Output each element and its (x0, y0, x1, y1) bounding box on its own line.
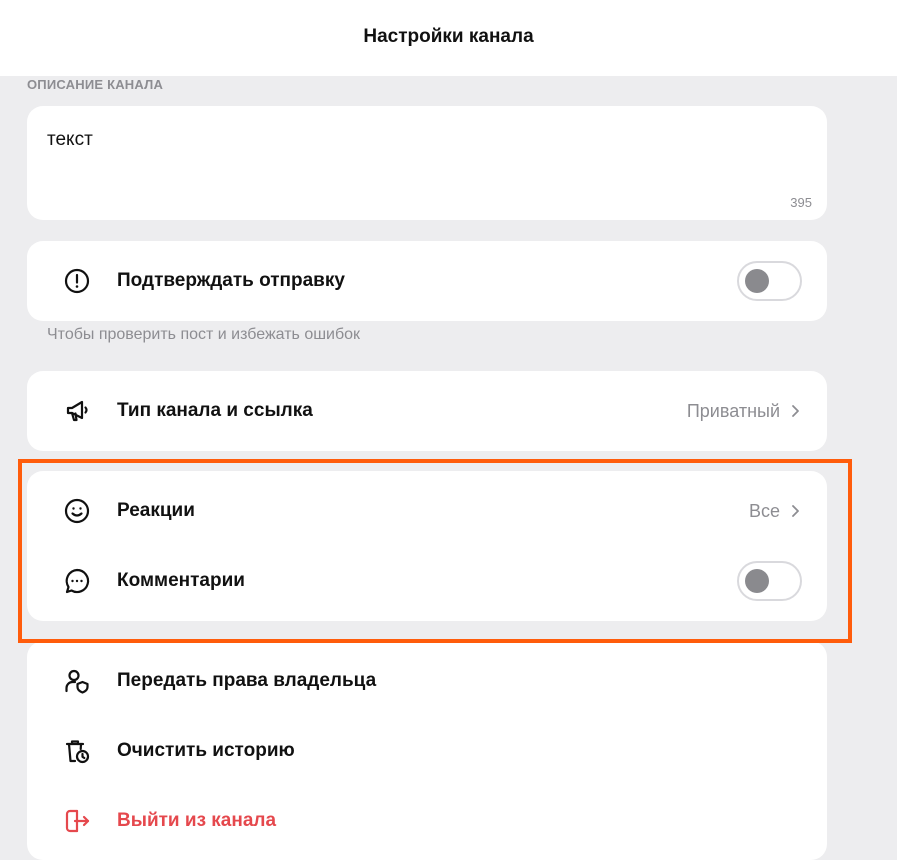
confirm-toggle[interactable] (737, 261, 802, 301)
alert-circle-icon (63, 267, 91, 295)
reactions-label: Реакции (117, 500, 195, 521)
leave-channel-label: Выйти из канала (117, 810, 277, 831)
transfer-owner-row[interactable]: Передать права владельца (27, 646, 827, 716)
description-section-label: ОПИСАНИЕ КАНАЛА (27, 77, 164, 92)
reactions-value: Все (748, 500, 780, 521)
confirm-card: Подтверждать отправку (27, 241, 827, 321)
toggle-knob (745, 569, 769, 593)
transfer-owner-label: Передать права владельца (117, 670, 377, 691)
reactions-comments-card: Реакции Все Комментарии (27, 471, 827, 621)
chevron-right-icon (789, 404, 801, 418)
reactions-row[interactable]: Реакции Все (27, 476, 827, 546)
exit-door-icon (63, 807, 91, 835)
channel-type-card: Тип канала и ссылка Приватный (27, 371, 827, 451)
description-char-counter: 395 (790, 195, 812, 210)
clear-history-row[interactable]: Очистить историю (27, 716, 827, 786)
comment-bubble-icon (63, 567, 91, 595)
toggle-knob (745, 269, 769, 293)
comments-row[interactable]: Комментарии (27, 546, 827, 616)
clear-history-label: Очистить историю (117, 740, 295, 761)
confirm-label: Подтверждать отправку (117, 270, 345, 291)
confirm-row[interactable]: Подтверждать отправку (27, 246, 827, 316)
smile-icon (63, 497, 91, 525)
header-bar: Настройки канала (0, 0, 897, 76)
trash-clock-icon (63, 737, 91, 765)
channel-type-label: Тип канала и ссылка (117, 400, 313, 421)
actions-card: Передать права владельца Очистить истори… (27, 641, 827, 860)
description-text[interactable]: текст (47, 129, 93, 151)
channel-type-row[interactable]: Тип канала и ссылка Приватный (27, 376, 827, 446)
chevron-right-icon (789, 504, 801, 518)
description-field[interactable]: текст 395 (27, 106, 827, 220)
leave-channel-row[interactable]: Выйти из канала (27, 786, 827, 856)
page-title: Настройки канала (363, 25, 534, 47)
comments-toggle[interactable] (737, 561, 802, 601)
comments-label: Комментарии (117, 570, 245, 591)
channel-type-value: Приватный (686, 400, 780, 421)
megaphone-icon (63, 397, 91, 425)
confirm-hint: Чтобы проверить пост и избежать ошибок (47, 326, 361, 343)
user-shield-icon (63, 667, 91, 695)
